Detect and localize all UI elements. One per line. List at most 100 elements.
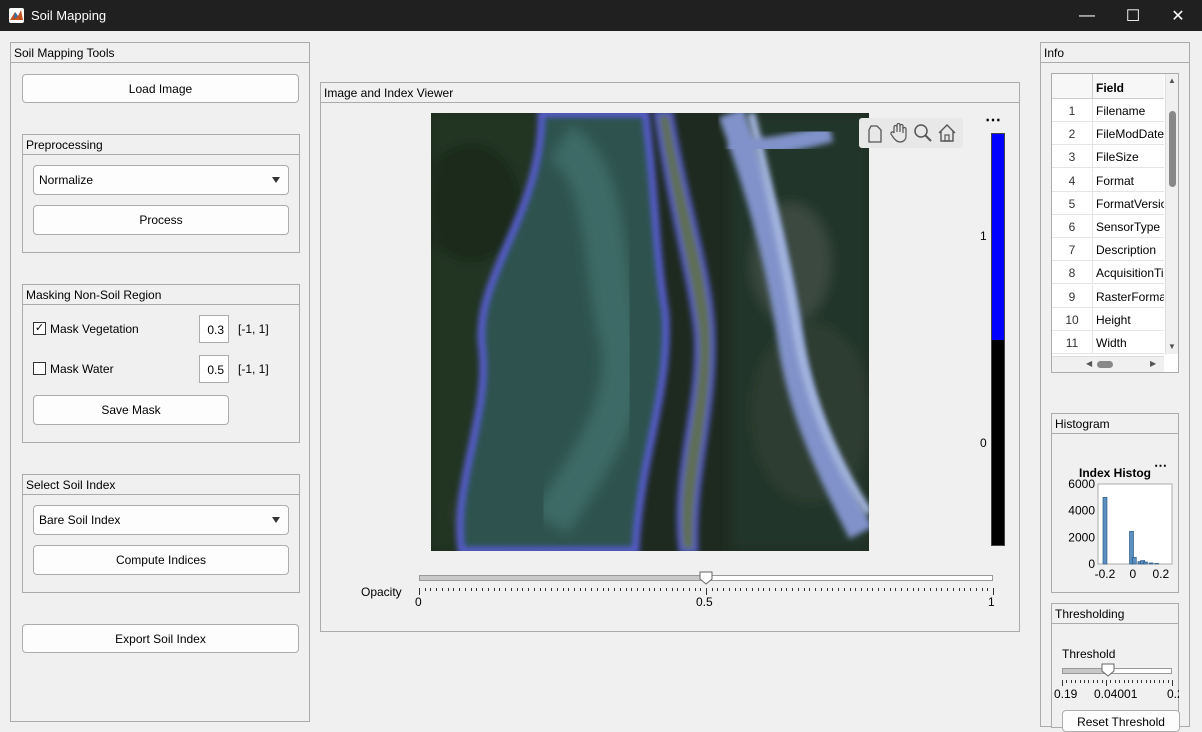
datatip-icon[interactable] bbox=[866, 124, 884, 147]
threshold-label: Threshold bbox=[1062, 647, 1116, 661]
row-number: 10 bbox=[1065, 312, 1079, 327]
info-table-row[interactable]: 5 FormatVersio bbox=[1052, 191, 1164, 215]
threshold-tick-mark bbox=[1097, 680, 1099, 683]
threshold-slider-track[interactable] bbox=[1062, 668, 1172, 674]
colorbar-tick-1: 1 bbox=[980, 229, 987, 243]
threshold-tick-mark bbox=[1092, 680, 1094, 683]
mask-vegetation-checkbox[interactable]: ✓ bbox=[33, 322, 46, 335]
scroll-up-icon[interactable]: ▲ bbox=[1168, 76, 1176, 85]
opacity-tick-mark bbox=[700, 588, 702, 591]
info-table-row[interactable]: 6 SensorType bbox=[1052, 215, 1164, 238]
minimize-icon: — bbox=[1079, 6, 1095, 24]
info-table-row[interactable]: 1 Filename bbox=[1052, 99, 1164, 122]
opacity-slider-thumb[interactable] bbox=[699, 571, 713, 585]
histogram-bar bbox=[1154, 563, 1159, 565]
opacity-tick-mark bbox=[912, 588, 914, 591]
export-soil-index-button[interactable]: Export Soil Index bbox=[22, 624, 299, 653]
opacity-tick-mark bbox=[780, 588, 782, 591]
info-table-row[interactable]: 11 Width bbox=[1052, 331, 1164, 354]
minimize-button[interactable]: — bbox=[1064, 0, 1110, 31]
opacity-tick-mark bbox=[734, 588, 736, 591]
info-table-row[interactable]: 2 FileModDate bbox=[1052, 122, 1164, 146]
soil-index-dropdown[interactable]: Bare Soil Index bbox=[33, 505, 289, 535]
soil-index-value: Bare Soil Index bbox=[39, 513, 121, 527]
row-field: AcquisitionTi bbox=[1092, 261, 1164, 285]
opacity-tick-mark bbox=[683, 588, 685, 591]
histogram-more-icon[interactable]: ⋯ bbox=[1154, 458, 1167, 474]
info-vertical-scrollbar[interactable]: ▲ ▼ bbox=[1165, 74, 1178, 354]
opacity-tick-mark bbox=[929, 588, 931, 591]
info-table[interactable]: Field 1 Filename 2 FileModDate 3 FileSize 4 For… bbox=[1051, 73, 1179, 373]
row-field: FormatVersio bbox=[1092, 191, 1164, 215]
opacity-tick-mark bbox=[539, 588, 541, 591]
threshold-tick-mark bbox=[1132, 680, 1134, 683]
mask-vegetation-label: Mask Vegetation bbox=[50, 322, 139, 336]
info-table-row[interactable]: 8 AcquisitionTi bbox=[1052, 261, 1164, 285]
reset-threshold-button[interactable]: Reset Threshold bbox=[1062, 710, 1180, 732]
info-scroll-thumb[interactable] bbox=[1169, 111, 1176, 187]
row-number: 6 bbox=[1068, 220, 1076, 234]
info-table-row[interactable]: 9 RasterForma bbox=[1052, 284, 1164, 308]
opacity-tick-mark bbox=[717, 588, 719, 591]
opacity-tick-mark bbox=[441, 588, 443, 591]
histogram-panel: Histogram Index Histog ⋯ 6000 4000 2000 0 -0… bbox=[1051, 413, 1179, 593]
more-options-icon[interactable]: ⋯ bbox=[985, 110, 1001, 130]
info-table-row[interactable]: 4 Format bbox=[1052, 168, 1164, 192]
threshold-tick-mark bbox=[1075, 680, 1077, 683]
opacity-tick-mark bbox=[591, 588, 593, 591]
opacity-tick-mark bbox=[843, 588, 845, 591]
scroll-left-icon[interactable]: ◀ bbox=[1086, 359, 1092, 368]
threshold-slider-thumb[interactable] bbox=[1101, 663, 1115, 677]
opacity-tick-mark bbox=[832, 588, 834, 591]
opacity-tick-mark bbox=[436, 588, 438, 591]
image-axes[interactable] bbox=[431, 113, 869, 551]
opacity-tick-mark bbox=[723, 588, 725, 591]
opacity-tick-mark bbox=[728, 588, 730, 591]
scroll-down-icon[interactable]: ▼ bbox=[1168, 342, 1176, 351]
pan-hand-icon[interactable] bbox=[889, 122, 909, 146]
histogram-title: Histogram bbox=[1052, 414, 1178, 434]
home-icon[interactable] bbox=[937, 123, 957, 146]
threshold-tick-mark bbox=[1066, 680, 1068, 683]
info-hscroll-thumb[interactable] bbox=[1097, 361, 1113, 368]
opacity-tick-mark bbox=[562, 588, 564, 591]
row-number: 7 bbox=[1068, 243, 1076, 258]
close-icon: ✕ bbox=[1171, 7, 1185, 25]
opacity-tick-mark bbox=[889, 588, 891, 591]
histogram-xtick-label: 0 bbox=[1130, 567, 1137, 581]
scroll-right-icon[interactable]: ▶ bbox=[1150, 359, 1156, 368]
compute-indices-button[interactable]: Compute Indices bbox=[33, 545, 289, 575]
info-table-row[interactable]: 3 FileSize bbox=[1052, 145, 1164, 169]
close-button[interactable]: ✕ bbox=[1155, 0, 1201, 31]
opacity-tick-mark bbox=[671, 588, 673, 591]
save-mask-button[interactable]: Save Mask bbox=[33, 395, 229, 425]
water-threshold-input[interactable]: 0.5 bbox=[199, 355, 229, 383]
zoom-in-icon[interactable] bbox=[913, 123, 933, 146]
preprocessing-method-dropdown[interactable]: Normalize bbox=[33, 165, 289, 195]
row-number: 5 bbox=[1068, 196, 1076, 211]
opacity-tick-mark bbox=[642, 588, 644, 591]
opacity-slider-fill bbox=[420, 576, 707, 580]
histogram-axes bbox=[1097, 483, 1173, 565]
opacity-tick-mark bbox=[614, 588, 616, 591]
threshold-ticks bbox=[1062, 680, 1173, 686]
opacity-tick-mark bbox=[975, 588, 977, 591]
mask-water-checkbox[interactable] bbox=[33, 362, 46, 375]
opacity-tick-mark bbox=[895, 588, 897, 591]
opacity-tick-mark bbox=[694, 588, 696, 591]
opacity-tick-mark bbox=[660, 588, 662, 591]
vegetation-threshold-input[interactable]: 0.3 bbox=[199, 315, 229, 343]
load-image-button[interactable]: Load Image bbox=[22, 74, 299, 103]
info-table-row[interactable]: 7 Description bbox=[1052, 238, 1164, 262]
process-button[interactable]: Process bbox=[33, 205, 289, 235]
threshold-tick-mark bbox=[1101, 680, 1103, 683]
info-horizontal-scrollbar[interactable]: ◀ ▶ bbox=[1052, 356, 1164, 372]
opacity-tick-mark bbox=[786, 588, 788, 591]
threshold-tick-mark bbox=[1062, 680, 1063, 686]
info-table-row[interactable]: 10 Height bbox=[1052, 307, 1164, 331]
threshold-tick-mark bbox=[1128, 680, 1129, 683]
maximize-button[interactable]: ☐ bbox=[1110, 0, 1156, 31]
opacity-tick-mark bbox=[556, 588, 558, 591]
row-field: RasterForma bbox=[1092, 284, 1164, 308]
opacity-tick-mark bbox=[866, 588, 868, 591]
